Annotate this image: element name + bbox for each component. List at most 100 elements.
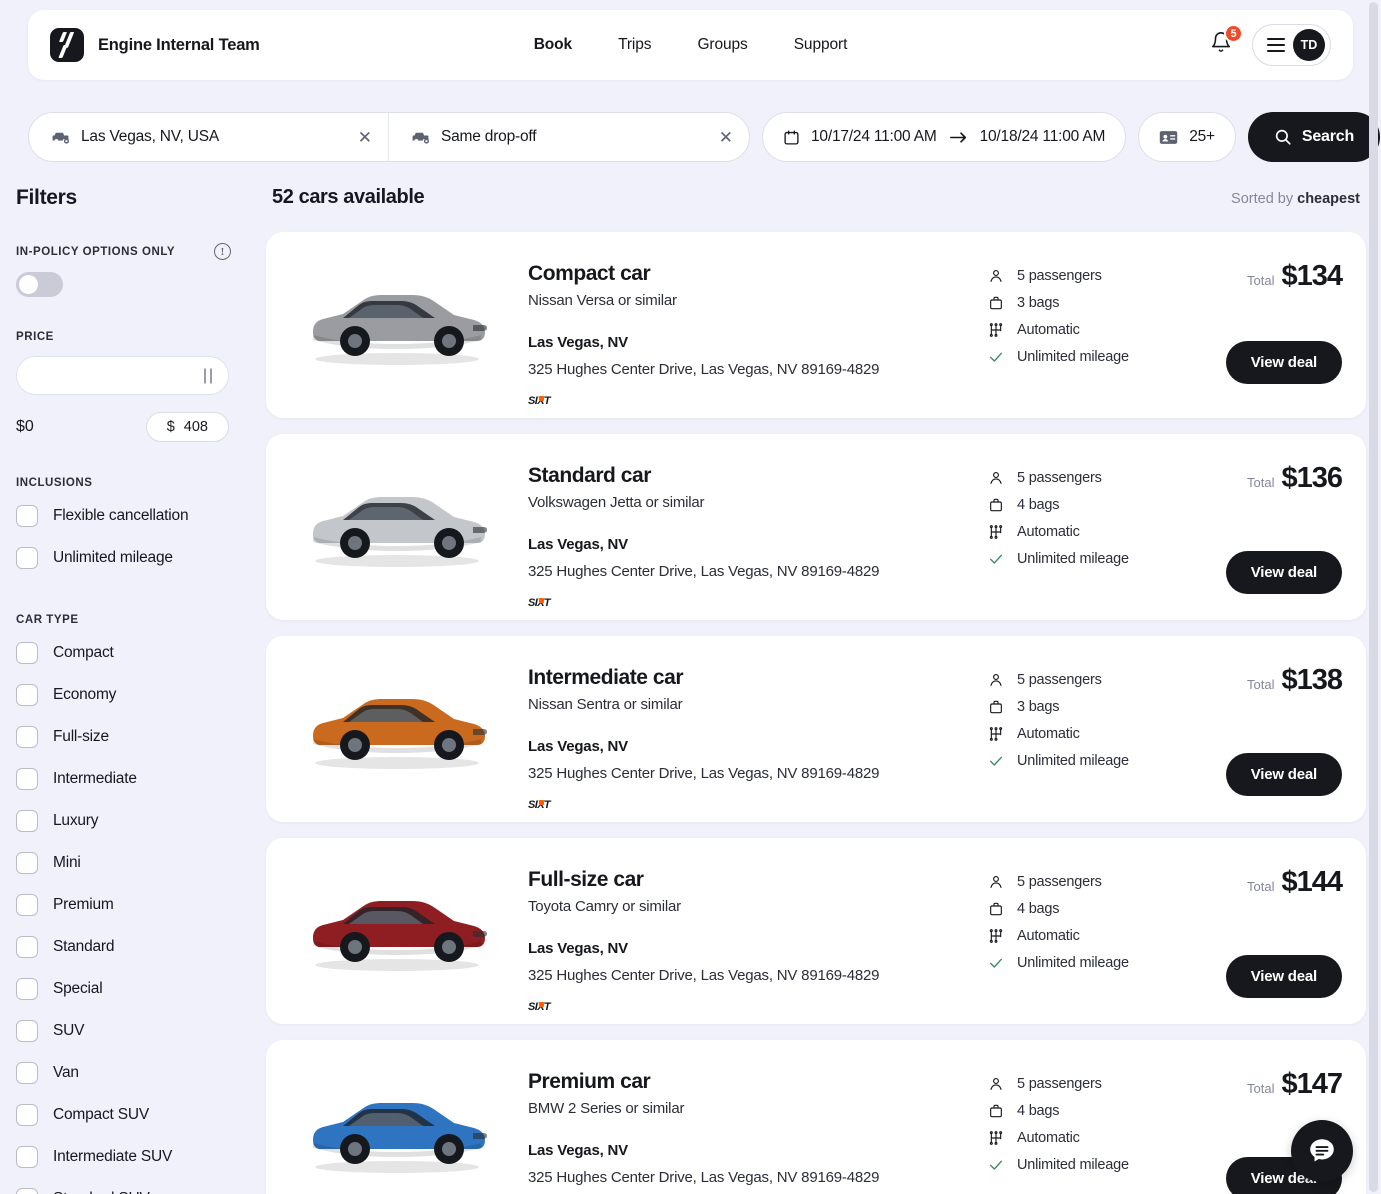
filter-economy[interactable]: Economy xyxy=(16,674,250,716)
checkbox-icon[interactable] xyxy=(16,852,38,874)
feature-bags: 4 bags xyxy=(988,895,1206,922)
car-address: 325 Hughes Center Drive, Las Vegas, NV 8… xyxy=(528,361,988,378)
price-slider-handle[interactable] xyxy=(204,368,212,383)
filter-standard[interactable]: Standard xyxy=(16,926,250,968)
checkbox-icon[interactable] xyxy=(16,1020,38,1042)
car-price-column: Total$138View deal xyxy=(1206,636,1366,822)
checkbox-icon[interactable] xyxy=(16,936,38,958)
checkbox-icon[interactable] xyxy=(16,1104,38,1126)
page-scrollbar[interactable] xyxy=(1369,2,1378,1192)
clear-pickup-icon[interactable]: ✕ xyxy=(358,129,372,146)
suitcase-icon xyxy=(988,699,1004,715)
checkbox-icon[interactable] xyxy=(16,978,38,1000)
driver-age-field[interactable]: 25+ xyxy=(1138,112,1236,162)
checkbox-icon[interactable] xyxy=(16,726,38,748)
car-details: Premium carBMW 2 Series or similarLas Ve… xyxy=(528,1040,988,1194)
car-result-card[interactable]: Standard carVolkswagen Jetta or similarL… xyxy=(266,434,1366,620)
search-button[interactable]: Search xyxy=(1248,112,1380,162)
chat-support-button[interactable] xyxy=(1291,1120,1353,1182)
pickup-location-field[interactable]: Las Vegas, NV, USA ✕ xyxy=(29,113,389,161)
car-city: Las Vegas, NV xyxy=(528,738,988,755)
checkbox-icon[interactable] xyxy=(16,1146,38,1168)
feature-transmission: Automatic xyxy=(988,922,1206,949)
hamburger-menu-icon[interactable] xyxy=(1267,38,1285,52)
filter-unlimited-mileage[interactable]: Unlimited mileage xyxy=(16,537,250,579)
filter-premium[interactable]: Premium xyxy=(16,884,250,926)
car-result-card[interactable]: Compact carNissan Versa or similarLas Ve… xyxy=(266,232,1366,418)
filter-compact-suv[interactable]: Compact SUV xyxy=(16,1094,250,1136)
filter-van[interactable]: Van xyxy=(16,1052,250,1094)
filter-suv[interactable]: SUV xyxy=(16,1010,250,1052)
price-max-input[interactable]: $ 408 xyxy=(146,412,229,442)
filter-standard-suv[interactable]: Standard SUV xyxy=(16,1178,250,1194)
view-deal-button[interactable]: View deal xyxy=(1226,955,1342,998)
filter-mini[interactable]: Mini xyxy=(16,842,250,884)
nav-item-book[interactable]: Book xyxy=(534,36,572,54)
feature-transmission: Automatic xyxy=(988,518,1206,545)
checkbox-icon[interactable] xyxy=(16,1062,38,1084)
filter-compact[interactable]: Compact xyxy=(16,632,250,674)
feature-bags: 4 bags xyxy=(988,1097,1206,1124)
filters-title: Filters xyxy=(16,186,250,210)
filter-label: Compact xyxy=(53,644,114,662)
car-result-card[interactable]: Full-size carToyota Camry or similarLas … xyxy=(266,838,1366,1024)
feature-mileage: Unlimited mileage xyxy=(988,1151,1206,1178)
check-icon xyxy=(988,349,1004,365)
search-bar: Las Vegas, NV, USA ✕ Same drop-off ✕ 10/… xyxy=(28,112,1380,162)
car-results-list: Compact carNissan Versa or similarLas Ve… xyxy=(266,232,1366,1194)
chat-bubble-icon xyxy=(1307,1136,1337,1166)
car-result-card[interactable]: Intermediate carNissan Sentra or similar… xyxy=(266,636,1366,822)
filter-special[interactable]: Special xyxy=(16,968,250,1010)
passengers-value: 5 passengers xyxy=(1017,470,1102,486)
info-icon[interactable]: ! xyxy=(214,243,231,260)
toggle-knob xyxy=(19,275,38,294)
view-deal-button[interactable]: View deal xyxy=(1226,753,1342,796)
location-group: Las Vegas, NV, USA ✕ Same drop-off ✕ xyxy=(28,112,750,162)
checkbox-icon[interactable] xyxy=(16,684,38,706)
in-policy-toggle[interactable] xyxy=(16,272,63,297)
account-menu-button[interactable]: TD xyxy=(1252,24,1331,66)
bags-value: 3 bags xyxy=(1017,295,1059,311)
gear-shift-icon xyxy=(988,726,1004,742)
filter-full-size[interactable]: Full-size xyxy=(16,716,250,758)
view-deal-button[interactable]: View deal xyxy=(1226,551,1342,594)
nav-item-support[interactable]: Support xyxy=(794,36,848,54)
filter-intermediate[interactable]: Intermediate xyxy=(16,758,250,800)
bags-value: 4 bags xyxy=(1017,901,1059,917)
filter-flexible-cancellation[interactable]: Flexible cancellation xyxy=(16,495,250,537)
feature-mileage: Unlimited mileage xyxy=(988,949,1206,976)
car-result-card[interactable]: Premium carBMW 2 Series or similarLas Ve… xyxy=(266,1040,1366,1194)
bags-value: 4 bags xyxy=(1017,497,1059,513)
nav-item-groups[interactable]: Groups xyxy=(697,36,747,54)
avatar[interactable]: TD xyxy=(1293,29,1325,61)
feature-bags: 3 bags xyxy=(988,693,1206,720)
car-details: Intermediate carNissan Sentra or similar… xyxy=(528,636,988,822)
dropoff-location-field[interactable]: Same drop-off ✕ xyxy=(389,113,749,161)
checkbox-icon[interactable] xyxy=(16,768,38,790)
view-deal-button[interactable]: View deal xyxy=(1226,341,1342,384)
feature-transmission: Automatic xyxy=(988,720,1206,747)
checkbox-icon[interactable] xyxy=(16,810,38,832)
suitcase-icon xyxy=(988,901,1004,917)
checkbox-icon[interactable] xyxy=(16,894,38,916)
checkbox-icon[interactable] xyxy=(16,505,38,527)
feature-passengers: 5 passengers xyxy=(988,1070,1206,1097)
checkbox-icon[interactable] xyxy=(16,547,38,569)
car-city: Las Vegas, NV xyxy=(528,940,988,957)
checkbox-icon[interactable] xyxy=(16,1188,38,1194)
filter-luxury[interactable]: Luxury xyxy=(16,800,250,842)
notifications-button[interactable]: 5 xyxy=(1208,30,1234,60)
transmission-value: Automatic xyxy=(1017,726,1080,742)
filter-label: Compact SUV xyxy=(53,1106,149,1124)
check-icon xyxy=(988,551,1004,567)
sort-indicator[interactable]: Sorted by cheapest xyxy=(1231,191,1360,207)
clear-dropoff-icon[interactable]: ✕ xyxy=(719,129,733,146)
checkbox-icon[interactable] xyxy=(16,642,38,664)
check-icon xyxy=(988,753,1004,769)
price-slider[interactable] xyxy=(16,356,229,395)
filter-label: SUV xyxy=(53,1022,84,1040)
nav-item-trips[interactable]: Trips xyxy=(618,36,651,54)
filter-label: Luxury xyxy=(53,812,98,830)
filter-intermediate-suv[interactable]: Intermediate SUV xyxy=(16,1136,250,1178)
date-range-field[interactable]: 10/17/24 11:00 AM 10/18/24 11:00 AM xyxy=(762,112,1126,162)
